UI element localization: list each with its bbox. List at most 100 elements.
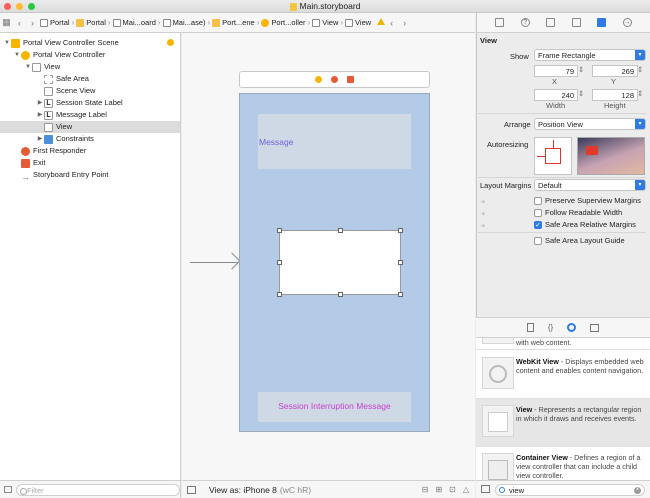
crumb-scene[interactable]: Port...ene xyxy=(211,18,256,27)
preserve-superview-margins-checkbox[interactable] xyxy=(534,197,542,205)
view-as-label[interactable]: View as: iPhone 8 xyxy=(209,485,277,495)
x-field[interactable]: 79 xyxy=(534,65,578,77)
show-label: Show xyxy=(510,52,529,61)
sidebar-toggle-icon[interactable] xyxy=(4,486,12,493)
library-item-partial[interactable]: with web content. xyxy=(476,338,650,350)
outline-item-session-state-label[interactable]: ▶ L Session State Label xyxy=(0,97,180,109)
outline-toggle-icon[interactable] xyxy=(187,485,196,494)
y-field[interactable]: 269 xyxy=(592,65,638,77)
disclosure-closed-icon[interactable]: ▶ xyxy=(36,109,44,121)
selected-view[interactable] xyxy=(279,230,401,295)
crumb-storyboard[interactable]: Mai...oard xyxy=(112,18,157,27)
autoresizing-label: Autoresizing xyxy=(487,140,529,149)
strut-left[interactable] xyxy=(537,156,545,157)
outline-item-first-responder[interactable]: First Responder xyxy=(0,145,180,157)
arrange-popup[interactable]: Position View ▾ xyxy=(534,118,646,130)
safe-area-layout-guide-checkbox[interactable] xyxy=(534,237,542,245)
library-search-input[interactable]: view × xyxy=(495,484,645,496)
plus-icon[interactable]: + xyxy=(481,209,485,219)
quick-help-icon[interactable]: ? xyxy=(520,18,530,27)
resize-handle[interactable] xyxy=(277,228,282,233)
back-button-secondary[interactable]: ‹ xyxy=(385,18,398,28)
disclosure-closed-icon[interactable]: ▶ xyxy=(36,97,44,109)
stepper-icon[interactable]: ⇕ xyxy=(637,65,643,75)
attributes-inspector-icon[interactable] xyxy=(571,18,581,27)
crumb-project[interactable]: Portal xyxy=(39,18,71,27)
session-interruption-label[interactable]: Session Interruption Message xyxy=(258,392,411,422)
related-items-icon[interactable]: ▦ xyxy=(0,17,13,28)
grid-toggle-icon[interactable] xyxy=(481,485,490,493)
width-field[interactable]: 240 xyxy=(534,89,578,101)
resize-handle[interactable] xyxy=(398,260,403,265)
size-class-label: (wC hR) xyxy=(279,484,312,495)
minimize-window-button[interactable] xyxy=(16,3,23,10)
identity-inspector-icon[interactable] xyxy=(546,18,556,27)
size-inspector-icon[interactable] xyxy=(597,18,607,27)
crumb-storyboard-base[interactable]: Mai...ase) xyxy=(162,18,207,27)
stepper-icon[interactable]: ⇕ xyxy=(637,89,643,99)
outline-item-selected-view[interactable]: View xyxy=(0,121,180,133)
show-popup[interactable]: Frame Rectangle ▾ xyxy=(534,49,646,61)
outline-item-scene-view[interactable]: Scene View xyxy=(0,85,180,97)
message-label[interactable]: Message xyxy=(258,114,411,169)
view-controller-icon[interactable] xyxy=(315,76,322,83)
zoom-window-button[interactable] xyxy=(28,3,35,10)
plus-icon[interactable]: + xyxy=(481,197,485,207)
close-window-button[interactable] xyxy=(4,3,11,10)
disclosure-open-icon[interactable]: ▼ xyxy=(24,61,32,73)
follow-readable-width-checkbox[interactable] xyxy=(534,209,542,217)
outline-item-view-controller[interactable]: ▼ Portal View Controller xyxy=(0,49,180,61)
disclosure-closed-icon[interactable]: ▶ xyxy=(36,133,44,145)
outline-item-entry-point[interactable]: → Storyboard Entry Point xyxy=(0,169,180,182)
outline-item-scene[interactable]: ▼ Portal View Controller Scene xyxy=(0,37,180,49)
safe-area-relative-margins-checkbox[interactable]: ✓ xyxy=(534,221,542,229)
connections-inspector-icon[interactable]: → xyxy=(622,18,632,27)
back-button[interactable]: ‹ xyxy=(13,18,26,28)
layout-margins-popup[interactable]: Default ▾ xyxy=(534,179,646,191)
resolve-issues-icon[interactable]: △ xyxy=(463,485,469,494)
disclosure-open-icon[interactable]: ▼ xyxy=(3,37,11,49)
warning-icon[interactable] xyxy=(377,18,386,27)
outline-filter-input[interactable]: Filter xyxy=(15,483,180,496)
crumb-view[interactable]: View xyxy=(311,18,339,27)
resize-handle[interactable] xyxy=(277,260,282,265)
autoresizing-mask-control[interactable] xyxy=(534,137,572,175)
code-snippet-icon[interactable]: {} xyxy=(548,323,553,332)
resize-handle[interactable] xyxy=(338,228,343,233)
follow-readable-width-label: Follow Readable Width xyxy=(545,208,623,217)
resize-handle[interactable] xyxy=(277,292,282,297)
library-item-view[interactable]: View - Represents a rectangular region i… xyxy=(476,399,650,447)
forward-button-secondary[interactable]: › xyxy=(398,18,411,28)
plus-icon[interactable]: + xyxy=(481,221,485,231)
stepper-icon[interactable]: ⇕ xyxy=(578,89,584,99)
crumb-controller[interactable]: Port...oller xyxy=(260,18,306,27)
outline-item-view[interactable]: ▼ View xyxy=(0,61,180,73)
file-inspector-icon[interactable] xyxy=(495,18,505,27)
forward-button[interactable]: › xyxy=(26,18,39,28)
height-label: Height xyxy=(604,101,626,110)
clear-search-icon[interactable]: × xyxy=(634,487,641,494)
exit-icon[interactable] xyxy=(347,76,354,83)
height-field[interactable]: 128 xyxy=(592,89,638,101)
outline-item-exit[interactable]: Exit xyxy=(0,157,180,169)
crumb-folder[interactable]: Portal xyxy=(75,18,107,27)
library-item-webkit-view[interactable]: WebKit View - Displays embedded web cont… xyxy=(476,351,650,399)
crumb-view-selected[interactable]: View xyxy=(344,18,372,27)
stepper-icon[interactable]: ⇕ xyxy=(578,65,584,75)
object-library-icon[interactable] xyxy=(567,323,577,332)
outline-item-constraints[interactable]: ▶ Constraints xyxy=(0,133,180,145)
view-icon xyxy=(44,122,53,132)
resize-handle[interactable] xyxy=(398,292,403,297)
first-responder-icon[interactable] xyxy=(331,76,338,83)
strut-top[interactable] xyxy=(553,140,554,148)
pin-icon[interactable]: ⊡ xyxy=(449,485,456,494)
outline-item-safe-area[interactable]: Safe Area xyxy=(0,73,180,85)
disclosure-open-icon[interactable]: ▼ xyxy=(13,49,21,61)
resize-handle[interactable] xyxy=(398,228,403,233)
file-template-icon[interactable] xyxy=(526,323,534,332)
resize-handle[interactable] xyxy=(338,292,343,297)
align-icon[interactable]: ⊞ xyxy=(435,485,442,494)
outline-item-message-label[interactable]: ▶ L Message Label xyxy=(0,109,180,121)
media-library-icon[interactable] xyxy=(590,323,600,332)
update-frames-icon[interactable]: ⊟ xyxy=(422,485,429,494)
